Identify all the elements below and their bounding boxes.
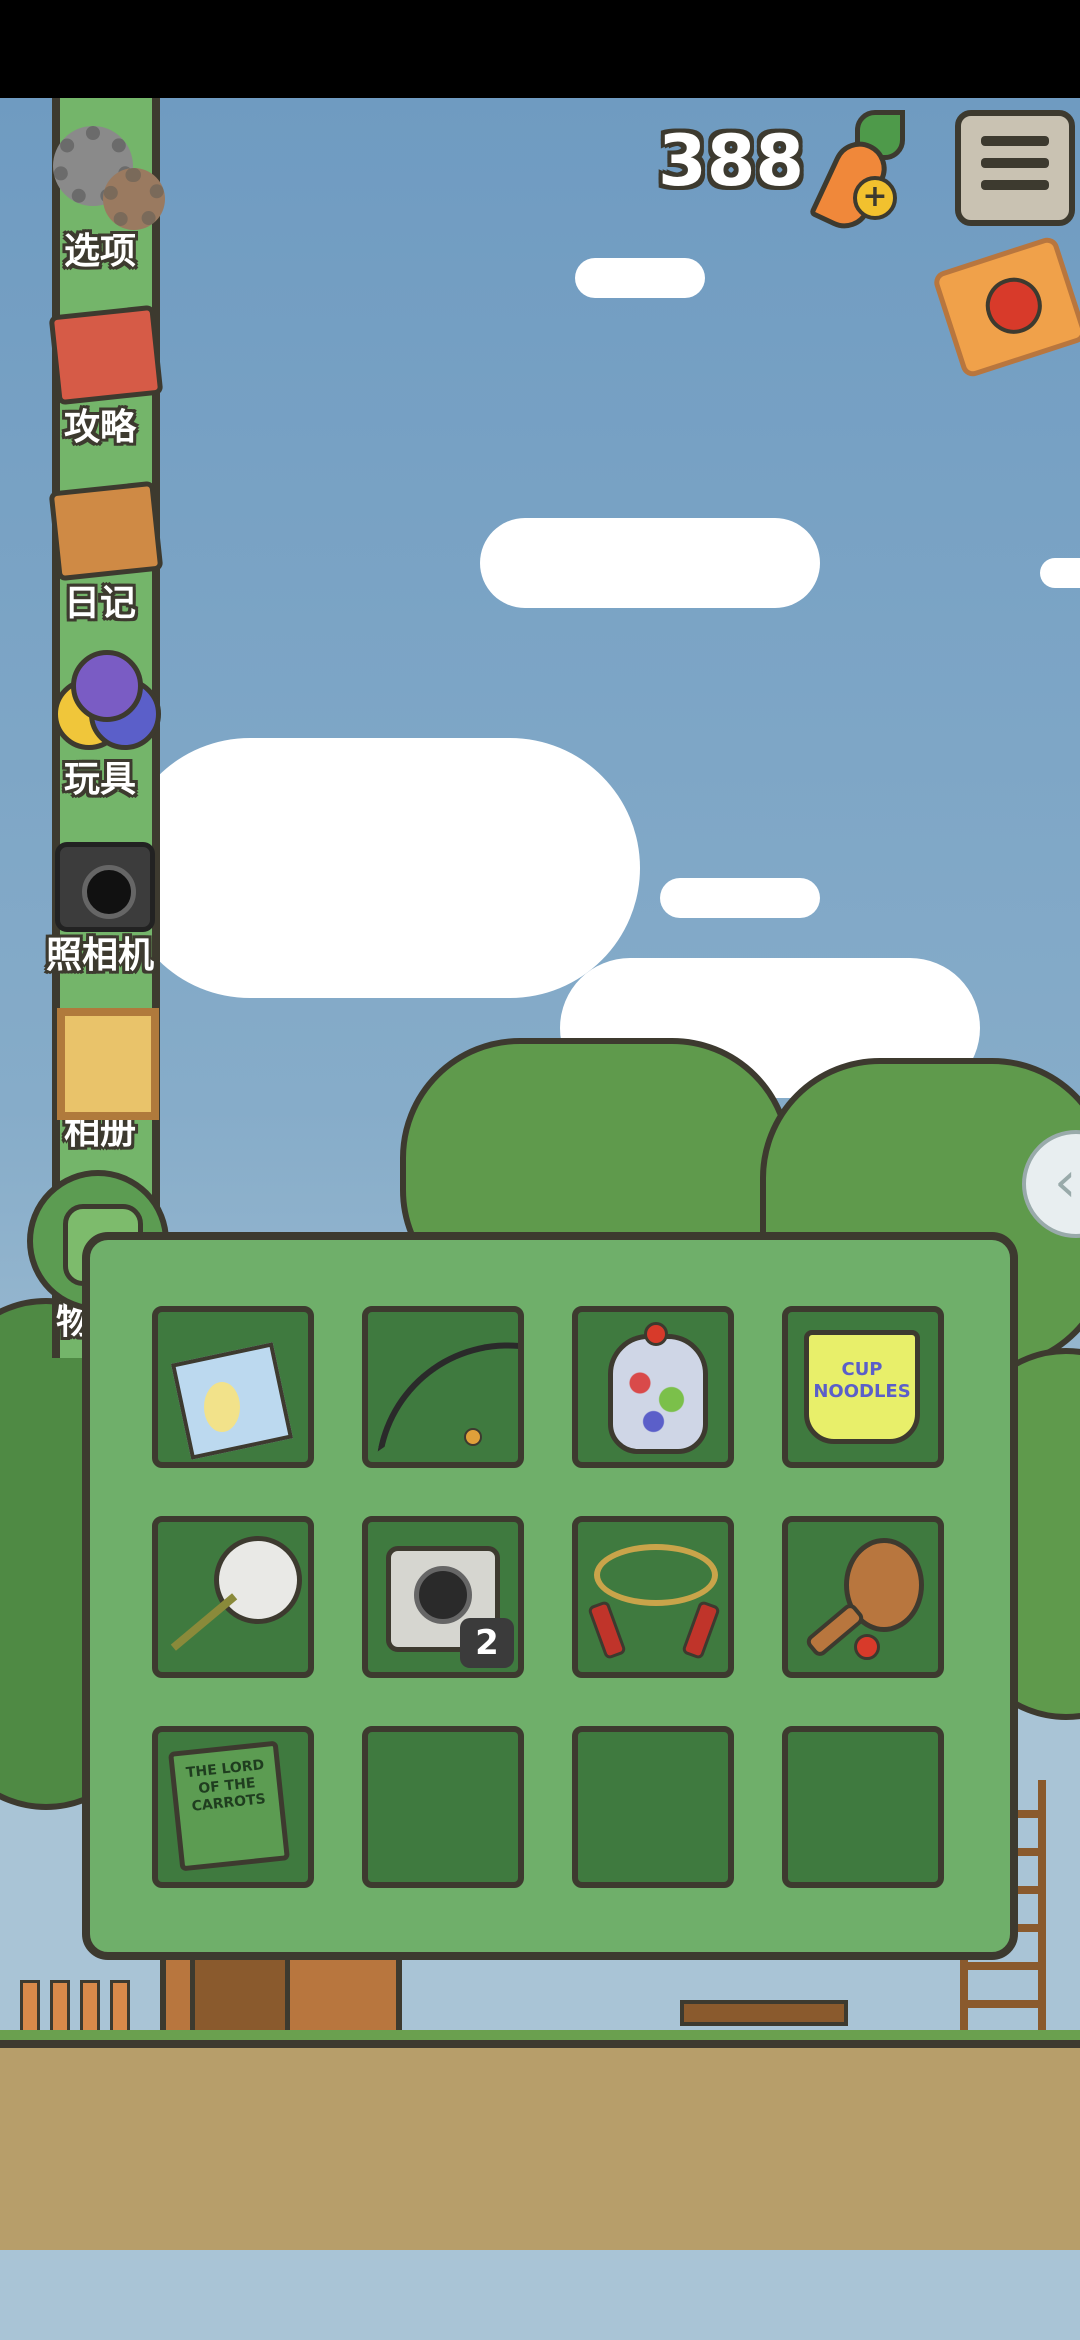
sidebar-item-label: 玩具 — [63, 759, 136, 800]
sidebar-item-diary[interactable]: 日记 — [30, 472, 170, 626]
toy-balls-icon — [45, 648, 161, 758]
inventory-slot-bug-net[interactable] — [152, 1516, 314, 1678]
inventory-slot-picnic-mat[interactable] — [152, 1306, 314, 1468]
bobber — [464, 1428, 482, 1446]
guide-book-icon — [45, 296, 164, 406]
sidebar-item-label: 选项 — [63, 231, 136, 272]
sidebar-item-label: 攻略 — [63, 407, 136, 448]
sidebar-item-options[interactable]: 选项 — [30, 120, 170, 274]
inventory-slot-empty[interactable] — [362, 1726, 524, 1888]
lord-of-the-carrots-book-icon: THE LORD OF THE CARROTS — [168, 1740, 290, 1872]
rope-handle — [587, 1599, 627, 1661]
egg-pattern — [204, 1382, 240, 1432]
carrot-plus-icon[interactable]: + — [808, 110, 905, 238]
photo-album-icon — [45, 1000, 159, 1120]
camera-lens — [414, 1566, 472, 1624]
inventory-slot-fishing-rod[interactable] — [362, 1306, 524, 1468]
cup-noodles-icon: CUP NOODLES — [804, 1330, 920, 1444]
fruit-jar-icon — [608, 1334, 708, 1454]
status-bar — [0, 0, 1080, 98]
sidebar-item-toys[interactable]: 玩具 — [30, 648, 170, 802]
menu-button[interactable] — [955, 110, 1075, 226]
sidebar-item-guide[interactable]: 攻略 — [30, 296, 170, 450]
rope-handle — [681, 1599, 721, 1661]
sidebar-item-album[interactable]: 相册 — [30, 1000, 170, 1154]
cloud — [575, 258, 705, 298]
fishing-rod-icon — [377, 1321, 518, 1462]
diary-icon — [45, 472, 164, 582]
cherry — [644, 1322, 668, 1346]
paddle-ball — [854, 1634, 880, 1660]
inventory-slot-cup-noodles[interactable]: CUP NOODLES — [782, 1306, 944, 1468]
inventory-slot-paddle-ball[interactable] — [782, 1516, 944, 1678]
inventory-slot-jump-rope[interactable] — [572, 1516, 734, 1678]
sidebar-item-label: 照相机 — [45, 935, 154, 976]
gear-icon — [45, 120, 165, 230]
cloud — [660, 878, 820, 918]
inventory-slot-instant-camera[interactable]: 2 — [362, 1516, 524, 1678]
inventory-panel: CUP NOODLES 2 THE LORD OF THE CARROTS — [82, 1232, 1018, 1960]
jump-rope-icon — [594, 1544, 718, 1606]
cloud — [120, 738, 640, 998]
net-handle — [170, 1593, 238, 1651]
ground — [0, 2040, 1080, 2250]
cloud — [480, 518, 820, 608]
inventory-slot-jelly-jar[interactable] — [572, 1306, 734, 1468]
inventory-slot-empty[interactable] — [782, 1726, 944, 1888]
bug-net-icon — [214, 1536, 302, 1624]
item-count-badge: 2 — [460, 1618, 514, 1668]
cloud — [1040, 558, 1080, 588]
carrot-count: 388 — [658, 120, 805, 202]
picnic-table — [680, 2000, 848, 2026]
inventory-slot-book[interactable]: THE LORD OF THE CARROTS — [152, 1726, 314, 1888]
inventory-slot-empty[interactable] — [572, 1726, 734, 1888]
sidebar-item-camera[interactable]: 照相机 — [30, 824, 170, 978]
sidebar-item-label: 日记 — [63, 583, 136, 624]
camera-icon — [45, 824, 155, 934]
